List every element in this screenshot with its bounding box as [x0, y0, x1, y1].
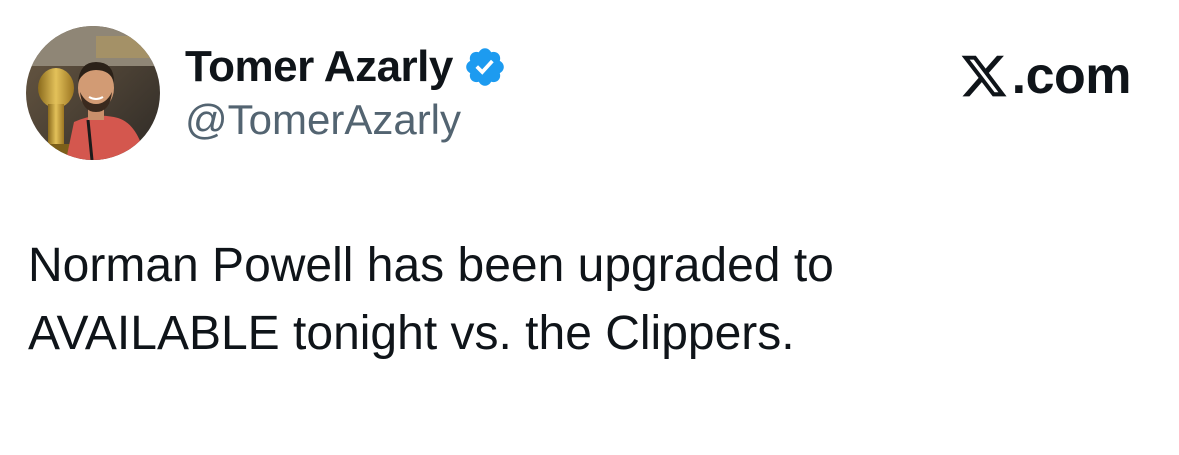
tweet-text: Norman Powell has been upgraded to AVAIL… [28, 232, 1128, 368]
author-name-row: Tomer Azarly [185, 40, 507, 94]
avatar[interactable] [26, 26, 160, 160]
brand-logo: .com [958, 46, 1132, 106]
tweet-card: Tomer Azarly @TomerAzarly .com Norman Po… [0, 0, 1179, 455]
verified-badge-icon [463, 45, 507, 89]
author-handle[interactable]: @TomerAzarly [185, 94, 461, 146]
display-name[interactable]: Tomer Azarly [185, 42, 453, 92]
avatar-photo-icon [26, 26, 160, 160]
tweet-line: Norman Powell has been upgraded to [28, 239, 834, 292]
x-logo-icon [958, 51, 1010, 101]
tweet-line: AVAILABLE tonight vs. the Clippers. [28, 307, 795, 360]
brand-domain-text: .com [1011, 47, 1132, 105]
